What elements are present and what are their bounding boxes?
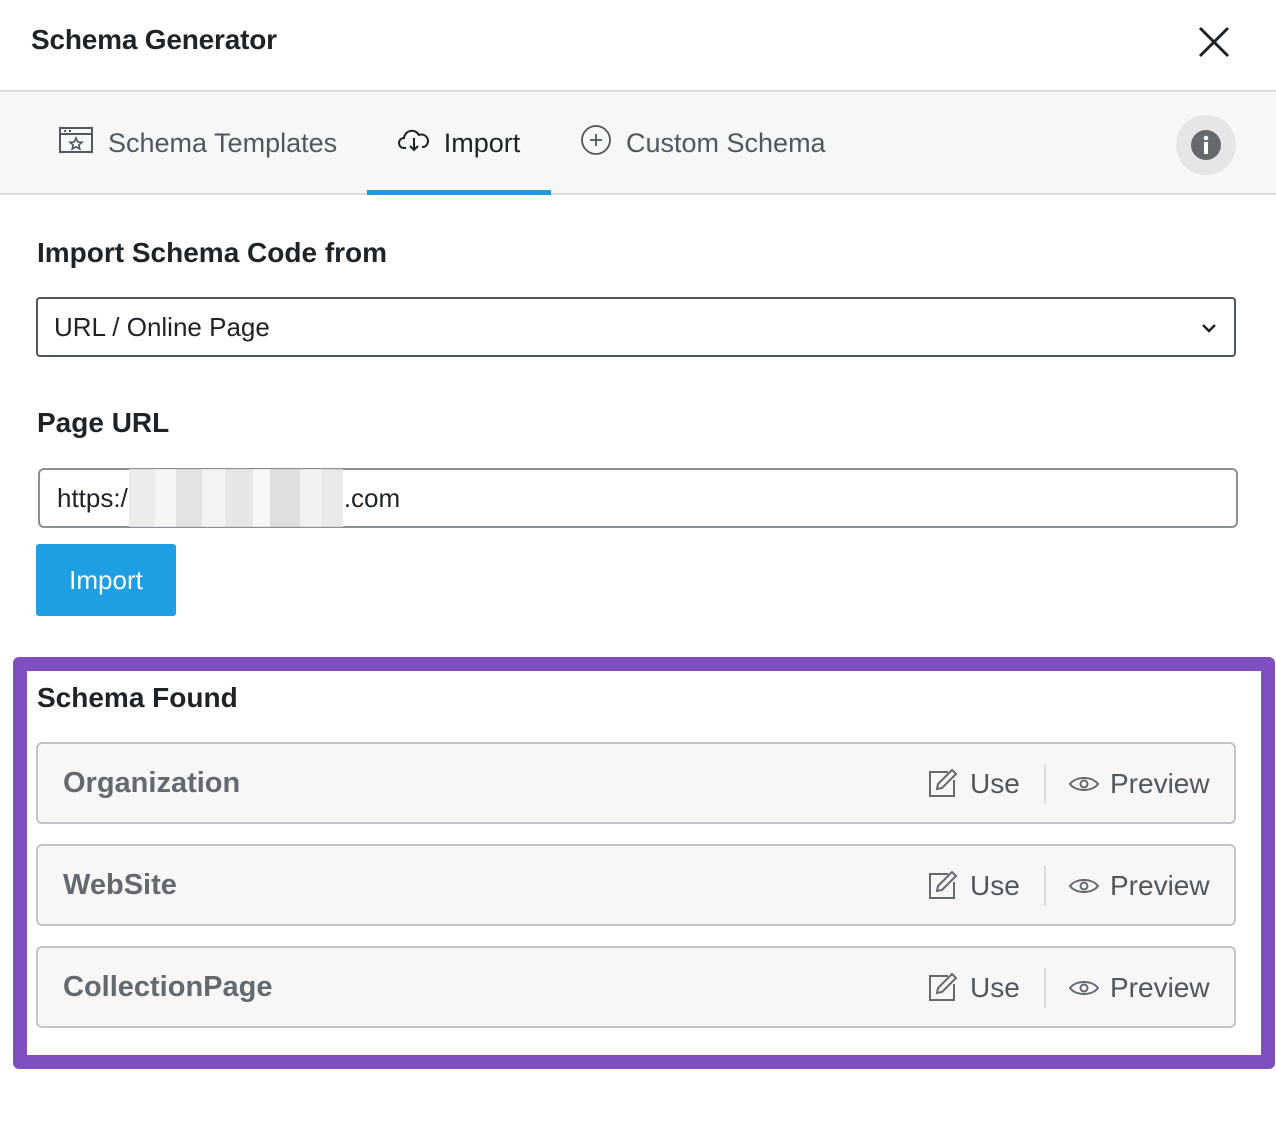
divider [1044,866,1046,906]
use-label: Use [970,972,1020,1003]
url-suffix: .com [343,482,401,513]
import-button[interactable]: Import [36,544,176,616]
redacted-domain [128,469,343,527]
close-button[interactable] [1192,20,1236,64]
cloud-download-icon [397,126,430,161]
eye-icon [1068,777,1100,791]
page-url-input[interactable]: https:/ .com [38,468,1238,528]
divider [1044,764,1046,804]
schema-name: Organization [63,767,241,799]
dialog-header: Schema Generator [0,0,1276,92]
use-button[interactable]: Use [926,764,1020,804]
eye-icon [1068,879,1100,893]
use-button[interactable]: Use [926,866,1020,906]
tab-schema-templates[interactable]: Schema Templates [58,93,337,193]
tab-bar: Schema Templates Import Custom Schema [0,93,1276,195]
edit-icon [929,870,958,899]
use-label: Use [970,768,1020,799]
tab-label: Schema Templates [108,127,338,158]
schema-found-title: Schema Found [37,682,238,713]
close-icon [1198,26,1230,58]
divider [1044,968,1046,1008]
tab-label: Import [443,127,521,158]
preview-label: Preview [1110,972,1210,1003]
use-label: Use [970,870,1020,901]
eye-icon [1068,981,1100,995]
dialog-title: Schema Generator [31,24,277,55]
chevron-down-icon [1202,324,1216,333]
schema-name: WebSite [63,869,177,901]
info-icon [1191,130,1221,160]
page-url-label: Page URL [37,407,170,438]
schema-row: WebSite Use Preview [36,844,1236,926]
preview-button[interactable]: Preview [1068,968,1210,1008]
import-source-label: Import Schema Code from [37,237,388,268]
preview-button[interactable]: Preview [1068,866,1210,906]
edit-icon [929,768,958,797]
schema-row: CollectionPage Use Preview [36,946,1236,1028]
tab-import[interactable]: Import [367,93,551,195]
plus-circle-icon [580,124,612,163]
schema-name: CollectionPage [63,971,273,1003]
schema-templates-icon [58,125,94,162]
edit-icon [929,972,958,1001]
schema-row: Organization Use Preview [36,742,1236,824]
url-prefix: https:/ [57,482,128,513]
select-value: URL / Online Page [54,311,270,342]
tab-custom-schema[interactable]: Custom Schema [580,93,826,193]
tab-label: Custom Schema [626,127,826,158]
preview-button[interactable]: Preview [1068,764,1210,804]
use-button[interactable]: Use [926,968,1020,1008]
preview-label: Preview [1110,870,1210,901]
preview-label: Preview [1110,768,1210,799]
import-source-select[interactable]: URL / Online Page [36,297,1236,357]
info-button[interactable] [1176,115,1236,175]
